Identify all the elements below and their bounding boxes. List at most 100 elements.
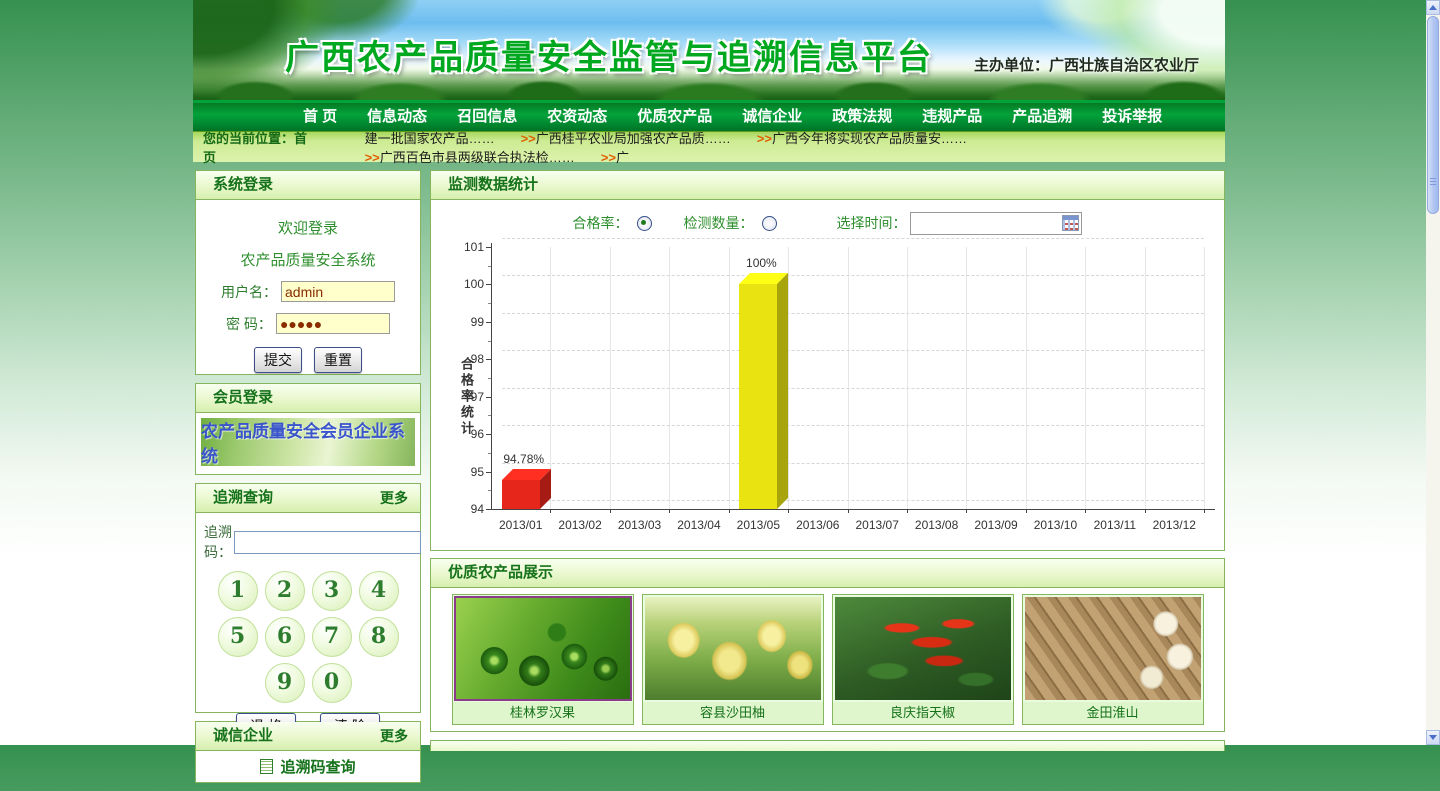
- member-login-title: 会员登录: [196, 389, 273, 406]
- username-label: 用户名：: [221, 282, 277, 302]
- chart-ytick-label: 99: [450, 315, 484, 329]
- chart-tick-x: [966, 509, 967, 513]
- nav-item[interactable]: 产品追溯: [997, 103, 1087, 131]
- chart-tick-x: [729, 509, 730, 513]
- keypad-key-1[interactable]: 1: [218, 571, 258, 611]
- chart-gridline-v: [907, 247, 908, 509]
- news-text: 广西今年将实现农产品质量安……: [772, 131, 967, 146]
- chart-gridline-h: [502, 350, 1204, 351]
- next-panel-header-sliver: [430, 740, 1225, 751]
- keypad-key-6[interactable]: 6: [265, 617, 305, 657]
- nav-item[interactable]: 投诉举报: [1087, 103, 1177, 131]
- chart-tick-x: [1145, 509, 1146, 513]
- chart-tick-x: [669, 509, 670, 513]
- chart-ytick-label: 94: [450, 502, 484, 516]
- system-login-title: 系统登录: [196, 176, 273, 193]
- nav-item[interactable]: 政策法规: [817, 103, 907, 131]
- chart-xtick-label: 2013/10: [1026, 518, 1085, 532]
- member-system-banner[interactable]: 农产品质量安全会员企业系统: [201, 418, 415, 466]
- chart-ytick-label: 97: [450, 390, 484, 404]
- reset-button[interactable]: 重置: [314, 347, 362, 373]
- chart-gridline-h: [502, 463, 1204, 464]
- chart-xtick-label: 2013/02: [550, 518, 609, 532]
- news-link[interactable]: >>广西今年将实现农产品质量安……: [757, 131, 967, 146]
- chart-xtick-label: 2013/03: [610, 518, 669, 532]
- news-text: 广: [616, 150, 629, 165]
- password-field[interactable]: [276, 313, 390, 334]
- date-input[interactable]: [910, 212, 1082, 235]
- system-login-body: 欢迎登录 农产品质量安全系统 用户名： 密 码： 提交 重置: [196, 200, 420, 373]
- keypad-key-0[interactable]: 0: [312, 663, 352, 703]
- select-time-label: 选择时间：: [837, 215, 907, 231]
- username-field[interactable]: [281, 281, 395, 302]
- nav-item[interactable]: 首 页: [288, 103, 352, 131]
- nav-item[interactable]: 召回信息: [442, 103, 532, 131]
- scrollbar-thumb[interactable]: [1427, 16, 1439, 214]
- product-cards: 桂林罗汉果容县沙田柚良庆指天椒金田淮山: [431, 588, 1224, 733]
- keypad-key-7[interactable]: 7: [312, 617, 352, 657]
- keypad-key-4[interactable]: 4: [359, 571, 399, 611]
- chart-ytick-label: 95: [450, 465, 484, 479]
- scrollbar-down-button[interactable]: [1426, 730, 1440, 745]
- news-link[interactable]: >>广: [601, 150, 629, 165]
- keypad-key-8[interactable]: 8: [359, 617, 399, 657]
- product-card[interactable]: 桂林罗汉果: [452, 594, 634, 725]
- trace-keypad: 1234 5678 90: [196, 571, 420, 703]
- calendar-icon[interactable]: [1062, 215, 1079, 231]
- honest-more-link[interactable]: 更多: [380, 722, 408, 750]
- member-login-header: 会员登录: [196, 384, 420, 413]
- main-column: 监测数据统计 合格率： 检测数量： 选择时间： 合格率统计 9495969798…: [430, 170, 1225, 791]
- keypad-key-5[interactable]: 5: [218, 617, 258, 657]
- trace-query-button-label: 追溯码查询: [280, 756, 355, 777]
- up-arrow-icon: [1429, 5, 1437, 10]
- chart-bar-side: [777, 273, 788, 509]
- keypad-key-2[interactable]: 2: [265, 571, 305, 611]
- trace-query-panel: 追溯查询 更多 追溯码： 1234567890 退 格 清 除 追溯码查询: [195, 483, 421, 713]
- chart-gridline-v: [729, 247, 730, 509]
- trace-code-label: 追溯码：: [204, 522, 232, 562]
- nav-item[interactable]: 违规产品: [907, 103, 997, 131]
- news-link[interactable]: >>广西百色市县两级联合执法检……: [365, 150, 575, 165]
- chart-xtick-label: 2013/05: [729, 518, 788, 532]
- trace-more-link[interactable]: 更多: [380, 484, 408, 512]
- chart-xtick-label: 2013/06: [788, 518, 847, 532]
- breadcrumb: 您的当前位置：首页: [203, 128, 313, 166]
- down-arrow-icon: [1429, 735, 1437, 740]
- pass-rate-radio[interactable]: [637, 216, 652, 231]
- member-login-panel: 会员登录 农产品质量安全会员企业系统: [195, 383, 421, 475]
- product-card[interactable]: 金田淮山: [1022, 594, 1204, 725]
- nav-item[interactable]: 诚信企业: [727, 103, 817, 131]
- news-link[interactable]: >>广西桂平农业局加强农产品质……: [521, 131, 731, 146]
- product-name: 良庆指天椒: [833, 702, 1013, 724]
- submit-button[interactable]: 提交: [254, 347, 302, 373]
- product-image-chili: [835, 597, 1011, 700]
- main-nav: 首 页信息动态召回信息农资动态优质农产品诚信企业政策法规违规产品产品追溯投诉举报: [193, 103, 1225, 131]
- trace-code-input[interactable]: [234, 531, 421, 554]
- chart-gridline-h: [502, 275, 1204, 276]
- keypad-key-9[interactable]: 9: [265, 663, 305, 703]
- member-system-banner-text: 农产品质量安全会员企业系统: [201, 417, 415, 467]
- password-label: 密 码：: [226, 314, 272, 334]
- breadcrumb-ticker-bar: 您的当前位置：首页 建一批国家农产品……>>广西桂平农业局加强农产品质……>>广…: [193, 131, 1225, 162]
- product-card[interactable]: 良庆指天椒: [832, 594, 1014, 725]
- nav-item[interactable]: 农资动态: [532, 103, 622, 131]
- monitor-stats-title: 监测数据统计: [431, 176, 538, 193]
- nav-item[interactable]: 优质农产品: [622, 103, 727, 131]
- page-scrollbar[interactable]: [1426, 0, 1440, 745]
- chart-y-axis: [491, 243, 492, 509]
- product-card[interactable]: 容县沙田柚: [642, 594, 824, 725]
- scrollbar-up-button[interactable]: [1426, 0, 1440, 15]
- news-prefix: >>: [521, 131, 536, 146]
- sidebar: 系统登录 欢迎登录 农产品质量安全系统 用户名： 密 码： 提交: [195, 170, 421, 791]
- chart-gridline-h: [502, 238, 1204, 239]
- chart-gridline-v: [610, 247, 611, 509]
- chart-gridline-h: [502, 500, 1204, 501]
- chart-tick-x: [1085, 509, 1086, 513]
- nav-item[interactable]: 信息动态: [352, 103, 442, 131]
- chart-tick-x: [610, 509, 611, 513]
- news-text: 建一批国家农产品……: [365, 131, 495, 146]
- chart-gridline-h: [502, 313, 1204, 314]
- news-link[interactable]: 建一批国家农产品……: [365, 131, 495, 146]
- test-count-radio[interactable]: [762, 216, 777, 231]
- keypad-key-3[interactable]: 3: [312, 571, 352, 611]
